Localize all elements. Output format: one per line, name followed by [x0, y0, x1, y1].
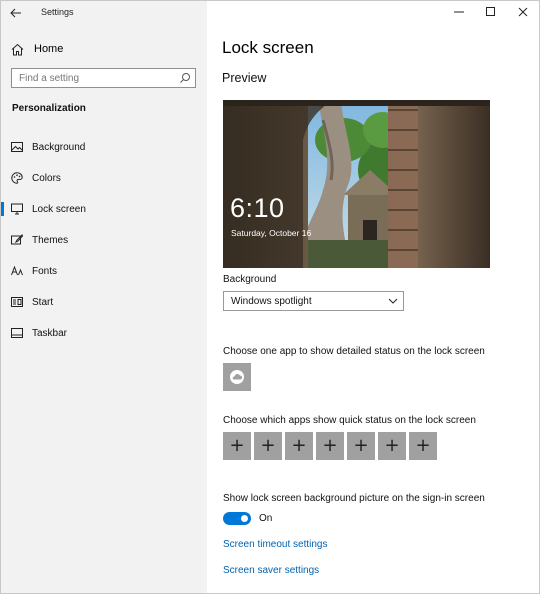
weather-icon [230, 370, 244, 384]
back-arrow-icon [10, 8, 21, 18]
sidebar-item-label: Fonts [32, 265, 58, 277]
show-background-label: Show lock screen background picture on t… [223, 493, 485, 504]
section-title: Personalization [12, 103, 86, 114]
background-dropdown-value: Windows spotlight [231, 296, 312, 307]
plus-icon: + [291, 435, 307, 456]
maximize-button[interactable] [475, 1, 507, 23]
quick-status-add-button[interactable]: + [347, 432, 375, 460]
home-nav-item[interactable]: Home [9, 39, 63, 59]
sidebar-item-label: Themes [32, 234, 69, 246]
quick-status-add-button[interactable]: + [409, 432, 437, 460]
detailed-status-app-button[interactable] [223, 363, 251, 391]
lock-screen-preview: 6:10 Saturday, October 16 [223, 100, 490, 268]
screen-saver-settings-link[interactable]: Screen saver settings [223, 565, 319, 576]
plus-icon: + [415, 435, 431, 456]
app-title: Settings [41, 7, 74, 17]
sidebar-item-background[interactable]: Background [1, 135, 207, 159]
screen-timeout-settings-link[interactable]: Screen timeout settings [223, 539, 328, 550]
plus-icon: + [229, 435, 245, 456]
preview-background-image [223, 100, 490, 268]
background-dropdown[interactable]: Windows spotlight [223, 291, 404, 311]
title-bar: Settings [1, 1, 207, 25]
detailed-status-label: Choose one app to show detailed status o… [223, 346, 485, 357]
show-background-toggle[interactable] [223, 512, 251, 525]
picture-icon [11, 141, 23, 153]
close-button[interactable] [507, 1, 539, 23]
preview-date: Saturday, October 16 [231, 228, 312, 238]
search-placeholder: Find a setting [19, 73, 80, 84]
sidebar-item-fonts[interactable]: Fonts [1, 259, 207, 283]
close-icon [518, 7, 528, 17]
sidebar: Settings Home Find a setting Personaliza… [1, 1, 207, 593]
sidebar-item-lock-screen[interactable]: Lock screen [1, 197, 207, 221]
start-icon [11, 296, 23, 308]
settings-window: Settings Home Find a setting Personaliza… [0, 0, 540, 594]
sidebar-item-colors[interactable]: Colors [1, 166, 207, 190]
main-content: Lock screen Preview 6:10 Saturday, Octob… [207, 1, 539, 593]
page-title: Lock screen [222, 38, 314, 57]
window-controls [443, 1, 539, 23]
sidebar-item-start[interactable]: Start [1, 290, 207, 314]
sidebar-item-themes[interactable]: Themes [1, 228, 207, 252]
preview-heading: Preview [222, 71, 267, 85]
plus-icon: + [353, 435, 369, 456]
sidebar-item-label: Colors [32, 172, 61, 184]
quick-status-label: Choose which apps show quick status on t… [223, 415, 476, 426]
sidebar-item-taskbar[interactable]: Taskbar [1, 321, 207, 345]
sidebar-item-label: Background [32, 141, 86, 153]
plus-icon: + [384, 435, 400, 456]
brush-icon [11, 234, 23, 246]
maximize-icon [486, 7, 495, 16]
plus-icon: + [260, 435, 276, 456]
quick-status-add-button[interactable]: + [254, 432, 282, 460]
sidebar-item-label: Lock screen [32, 203, 86, 215]
quick-status-add-button[interactable]: + [316, 432, 344, 460]
quick-status-add-button[interactable]: + [285, 432, 313, 460]
chevron-down-icon [388, 298, 398, 304]
home-label: Home [34, 43, 64, 55]
toggle-state-label: On [259, 513, 273, 524]
quick-status-add-button[interactable]: + [223, 432, 251, 460]
home-icon [9, 41, 25, 57]
palette-icon [11, 172, 23, 184]
search-icon [180, 73, 190, 83]
preview-time: 6:10 [230, 193, 285, 223]
sidebar-item-label: Taskbar [32, 327, 68, 339]
selection-indicator [1, 202, 4, 216]
minimize-icon [454, 11, 464, 13]
quick-status-slots: + + + + + + + [223, 432, 440, 460]
monitor-lock-icon [11, 203, 23, 215]
quick-status-add-button[interactable]: + [378, 432, 406, 460]
back-button[interactable] [7, 5, 25, 21]
minimize-button[interactable] [443, 1, 475, 23]
background-label: Background [223, 274, 277, 285]
sidebar-item-label: Start [32, 296, 54, 308]
toggle-knob [241, 515, 248, 522]
fonts-icon [11, 265, 23, 277]
search-input[interactable]: Find a setting [11, 68, 196, 88]
plus-icon: + [322, 435, 338, 456]
taskbar-icon [11, 327, 23, 339]
